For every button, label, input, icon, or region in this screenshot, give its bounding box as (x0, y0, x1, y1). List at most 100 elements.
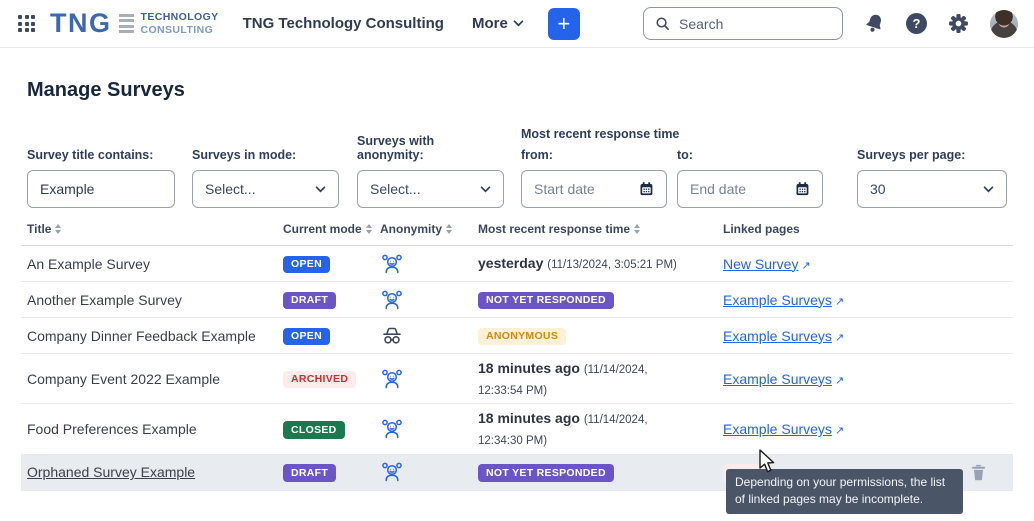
mode-badge: OPEN (283, 256, 330, 274)
chevron-down-icon (315, 186, 326, 193)
nav-more-menu[interactable]: More (472, 15, 524, 32)
page-title: Manage Surveys (27, 79, 1007, 102)
chevron-down-icon (513, 20, 524, 27)
survey-title[interactable]: Company Dinner Feedback Example (27, 328, 283, 344)
nav-company-link[interactable]: TNG Technology Consulting (243, 15, 444, 32)
title-contains-input[interactable] (40, 181, 162, 197)
start-date-field[interactable] (521, 170, 667, 208)
notifications-button[interactable] (864, 13, 885, 34)
bell-icon (861, 10, 887, 36)
table-row[interactable]: An Example Survey OPEN yesterday (11/13/… (21, 246, 1013, 282)
end-date-field[interactable] (677, 170, 823, 208)
filter-mode-label: Surveys in mode: (192, 148, 339, 162)
survey-title[interactable]: Food Preferences Example (27, 421, 283, 437)
external-link-icon: ↗ (835, 375, 844, 387)
to-label: to: (677, 148, 823, 162)
survey-title[interactable]: Company Event 2022 Example (27, 371, 283, 387)
chevron-down-icon (983, 186, 994, 193)
group-icon (380, 252, 404, 276)
survey-title[interactable]: Another Example Survey (27, 292, 283, 308)
external-link-icon: ↗ (835, 296, 844, 308)
start-date-input[interactable] (534, 181, 633, 197)
filter-to: to: (677, 148, 823, 208)
logo-subtext: TECHNOLOGY CONSULTING (141, 11, 219, 36)
linked-pages-cell: Example Surveys↗ (723, 421, 971, 437)
logo-bars-icon (119, 14, 134, 34)
surveys-table: Title Current mode Anonymity Most recent… (21, 222, 1013, 491)
table-row[interactable]: Company Event 2022 Example ARCHIVED 18 m… (21, 354, 1013, 404)
filter-anonymity-label: Surveys with anonymity: (357, 134, 504, 162)
table-row[interactable]: Food Preferences Example CLOSED 18 minut… (21, 404, 1013, 454)
linked-page-link[interactable]: Example Surveys (723, 328, 832, 344)
response-time-cell: NOT YET RESPONDED (478, 463, 723, 482)
search-input[interactable] (679, 16, 819, 32)
col-anonymity[interactable]: Anonymity (380, 222, 478, 236)
sort-icon[interactable] (55, 224, 61, 234)
not-yet-responded-badge: NOT YET RESPONDED (478, 292, 614, 310)
mode-badge: ARCHIVED (283, 371, 356, 389)
filter-bar: Survey title contains: Surveys in mode: … (27, 127, 1007, 208)
calendar-icon[interactable] (639, 180, 654, 198)
mode-badge: DRAFT (283, 464, 336, 482)
main-content: Manage Surveys Survey title contains: Su… (0, 79, 1034, 491)
linked-page-link[interactable]: Example Surveys (723, 421, 832, 437)
external-link-icon: ↗ (835, 425, 844, 437)
app-header: TNG TECHNOLOGY CONSULTING TNG Technology… (0, 0, 1034, 48)
incognito-icon (380, 324, 404, 348)
response-time-cell: NOT YET RESPONDED (478, 290, 723, 309)
anonymous-badge: ANONYMOUS (478, 328, 566, 346)
col-response-time[interactable]: Most recent response time (478, 222, 723, 236)
user-menu[interactable] (990, 10, 1018, 38)
sort-icon[interactable] (366, 224, 372, 234)
trash-icon (971, 464, 986, 481)
filter-from: from: (521, 148, 667, 208)
table-row[interactable]: Another Example Survey DRAFT NOT YET RES… (21, 282, 1013, 318)
delete-survey-button[interactable] (971, 464, 986, 481)
table-header: Title Current mode Anonymity Most recent… (21, 222, 1013, 246)
filter-per-page: Surveys per page: 30 (857, 148, 1007, 208)
search-icon (655, 16, 670, 31)
linked-pages-cell: Example Surveys↗ (723, 328, 971, 344)
per-page-label: Surveys per page: (857, 148, 1007, 162)
tng-logo[interactable]: TNG TECHNOLOGY CONSULTING (50, 10, 219, 37)
group-icon (380, 460, 404, 484)
group-icon (380, 417, 404, 441)
external-link-icon: ↗ (835, 332, 844, 344)
response-time-cell: ANONYMOUS (478, 326, 723, 345)
col-title[interactable]: Title (27, 222, 283, 236)
help-icon: ? (906, 13, 927, 34)
mode-badge: DRAFT (283, 292, 336, 310)
response-time-cell: 18 minutes ago (11/14/2024, 12:33:54 PM) (478, 354, 723, 403)
survey-title[interactable]: An Example Survey (27, 256, 283, 272)
calendar-icon[interactable] (795, 180, 810, 198)
col-linked-pages: Linked pages (723, 222, 971, 236)
sort-icon[interactable] (634, 224, 640, 234)
table-row[interactable]: Company Dinner Feedback Example OPEN ANO… (21, 318, 1013, 354)
external-link-icon: ↗ (801, 260, 810, 272)
col-current-mode[interactable]: Current mode (283, 222, 380, 236)
help-button[interactable]: ? (906, 13, 927, 34)
sort-icon[interactable] (446, 224, 452, 234)
avatar (990, 10, 1018, 38)
anonymity-select[interactable]: Select... (357, 170, 504, 208)
not-yet-responded-badge: NOT YET RESPONDED (478, 464, 614, 482)
survey-title[interactable]: Orphaned Survey Example (27, 464, 283, 480)
per-page-select[interactable]: 30 (857, 170, 1007, 208)
add-button[interactable]: + (548, 8, 580, 40)
from-label: from: (521, 148, 667, 162)
linked-page-link[interactable]: Example Surveys (723, 292, 832, 308)
search-box[interactable] (643, 7, 843, 40)
mode-select[interactable]: Select... (192, 170, 339, 208)
filter-title-contains: Survey title contains: (27, 148, 175, 208)
response-time-cell: yesterday (11/13/2024, 3:05:21 PM) (478, 249, 723, 278)
linked-page-link[interactable]: Example Surveys (723, 371, 832, 387)
group-icon (380, 288, 404, 312)
end-date-input[interactable] (690, 181, 789, 197)
linked-pages-cell: Example Surveys↗ (723, 371, 971, 387)
apps-grid-icon[interactable] (18, 15, 35, 32)
settings-button[interactable] (948, 13, 969, 34)
linked-pages-tooltip: Depending on your permissions, the list … (726, 469, 963, 514)
linked-pages-cell: New Survey↗ (723, 256, 971, 272)
mode-badge: OPEN (283, 328, 330, 346)
linked-page-link[interactable]: New Survey (723, 256, 798, 272)
